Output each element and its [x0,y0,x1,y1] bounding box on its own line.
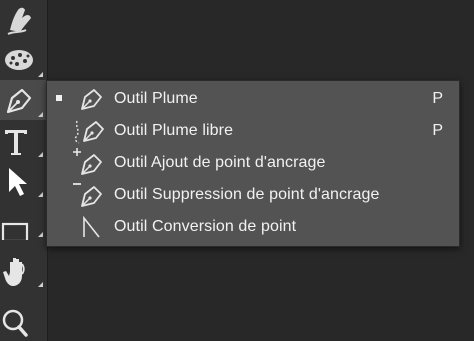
magnifier-icon [2,309,28,337]
menu-item-label: Outil Plume [114,90,198,107]
shortcut-key: P [432,90,443,107]
pen-nib-icon [81,89,102,110]
convert-point-icon [83,215,100,238]
delete-anchor-point-icon [73,183,102,207]
menu-item-outil-conversion-de-point[interactable]: Outil Conversion de point [47,211,459,243]
tool-group-indicator [38,192,43,197]
menu-item-label: Outil Conversion de point [114,218,297,235]
menu-item-label: Outil Ajout de point d'ancrage [114,154,326,171]
type-tool[interactable] [0,120,47,160]
hand-tool[interactable] [0,250,47,290]
tool-group-indicator [38,72,43,77]
add-anchor-point-icon [73,148,102,175]
sponge-tool[interactable] [0,40,47,80]
menu-item-label: Outil Suppression de point d'ancrage [114,186,380,203]
pen-tool[interactable] [0,80,47,120]
rectangle-tool[interactable] [0,200,47,240]
smudge-tool[interactable] [0,0,47,40]
selected-indicator [56,95,62,101]
tool-group-indicator [38,152,43,157]
menu-item-outil-suppression-de-point-d-ancrage[interactable]: Outil Suppression de point d'ancrage [47,179,459,211]
tool-group-indicator [38,282,43,287]
menu-item-outil-ajout-de-point-d-ancrage[interactable]: Outil Ajout de point d'ancrage [47,147,459,179]
path-selection-tool[interactable] [0,160,47,200]
freeform-pen-icon [74,120,104,144]
tool-group-indicator [38,112,43,117]
pen-tool-flyout-menu: Outil Plume P Outil Plume libre P Outil … [46,80,460,247]
tools-panel [0,0,47,341]
shortcut-key: P [432,122,443,139]
menu-item-outil-plume-libre[interactable]: Outil Plume libre P [47,115,459,147]
tool-group-indicator [38,232,43,237]
finger-smudge-icon [7,7,31,35]
menu-item-outil-plume[interactable]: Outil Plume P [47,83,459,115]
menu-item-label: Outil Plume libre [114,122,234,139]
zoom-tool[interactable] [0,300,47,340]
